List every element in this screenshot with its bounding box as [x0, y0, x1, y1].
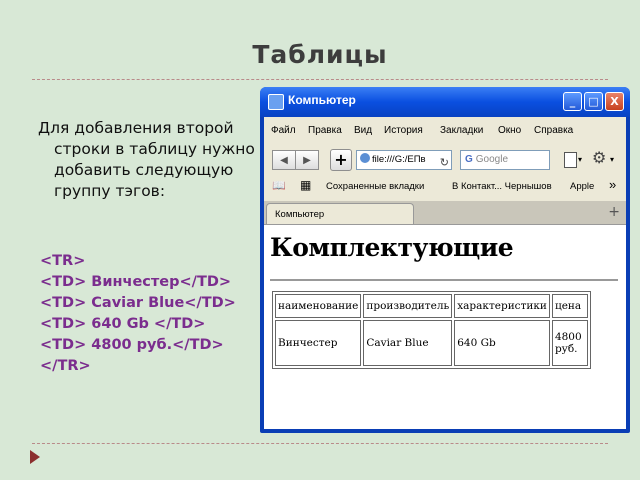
table-cell: 640 Gb	[454, 320, 550, 366]
book-icon[interactable]: 📖	[272, 179, 286, 192]
table-cell: 4800 руб.	[551, 320, 588, 366]
more-bookmarks-icon[interactable]: »	[609, 177, 616, 192]
browser-window: Компьютер _ □ X Файл Правка Вид История …	[260, 87, 630, 433]
search-input[interactable]: G Google	[460, 150, 550, 170]
menu-bar: Файл Правка Вид История Закладки Окно Сп…	[264, 117, 626, 143]
tab-computer[interactable]: Компьютер	[266, 203, 414, 224]
chevron-down-icon[interactable]: ▾	[578, 155, 582, 164]
menu-view[interactable]: Вид	[354, 125, 372, 136]
table-cell: Винчестер	[275, 320, 362, 366]
menu-window[interactable]: Окно	[498, 125, 521, 136]
slide-title: Таблицы	[252, 40, 388, 69]
horizontal-rule	[270, 279, 618, 281]
gear-icon[interactable]: ⚙	[592, 148, 606, 167]
components-table: наименование производитель характеристик…	[272, 291, 591, 369]
computer-icon	[268, 94, 284, 110]
navigation-toolbar: ◀ ▶ + file:///G:/ЕПв ↻ G Google ▾ ⚙ ▾	[264, 146, 626, 174]
chevron-down-icon[interactable]: ▾	[610, 155, 614, 164]
menu-bookmarks[interactable]: Закладки	[440, 125, 483, 136]
table-header-cell: цена	[551, 294, 588, 318]
add-bookmark-button[interactable]: +	[330, 149, 352, 171]
google-icon: G	[465, 154, 473, 165]
minimize-button[interactable]: _	[563, 92, 582, 111]
close-button[interactable]: X	[605, 92, 624, 111]
code-line: <TD> 640 Gb </TD>	[40, 316, 206, 332]
bookmark-saved-tabs[interactable]: Сохраненные вкладки	[326, 181, 424, 192]
forward-button[interactable]: ▶	[295, 150, 319, 170]
new-tab-icon[interactable]: +	[608, 204, 620, 220]
page-heading: Комплектующие	[270, 233, 514, 262]
url-input[interactable]: file:///G:/ЕПв ↻	[356, 150, 452, 170]
menu-file[interactable]: Файл	[271, 125, 296, 136]
bookmark-apple[interactable]: Apple	[570, 181, 594, 192]
code-line: <TD> Винчестер</TD>	[40, 274, 232, 290]
browser-body: Файл Правка Вид История Закладки Окно Сп…	[264, 117, 626, 429]
search-placeholder: Google	[475, 154, 509, 165]
table-header-cell: характеристики	[454, 294, 550, 318]
menu-history[interactable]: История	[384, 125, 423, 136]
reload-icon[interactable]: ↻	[440, 154, 449, 169]
code-line: <TD> 4800 руб.</TD>	[40, 337, 224, 353]
menu-edit[interactable]: Правка	[308, 125, 342, 136]
table-cell: Caviar Blue	[363, 320, 453, 366]
bottom-divider	[32, 443, 608, 444]
table-header-cell: наименование	[275, 294, 362, 318]
tab-strip: Компьютер +	[264, 201, 626, 224]
table-header-cell: производитель	[363, 294, 453, 318]
back-button[interactable]: ◀	[272, 150, 296, 170]
table-row: Винчестер Caviar Blue 640 Gb 4800 руб.	[275, 320, 588, 366]
top-divider	[32, 79, 608, 80]
intro-text: Для добавления второй строки в таблицу н…	[38, 119, 255, 200]
code-line: <TD> Caviar Blue</TD>	[40, 295, 236, 311]
code-block: <TR> <TD> Винчестер</TD> <TD> Caviar Blu…	[40, 251, 236, 377]
url-text: file:///G:/ЕПв	[372, 154, 426, 165]
code-line: </TR>	[40, 358, 91, 374]
bookmarks-toolbar: 📖 ▦ Сохраненные вкладки В Контакт... Чер…	[264, 176, 626, 196]
bookmark-vkontakte[interactable]: В Контакт... Чернышов	[452, 181, 552, 192]
menu-help[interactable]: Справка	[534, 125, 573, 136]
next-slide-arrow-icon[interactable]	[30, 450, 40, 464]
table-header-row: наименование производитель характеристик…	[275, 294, 588, 318]
page-menu-icon[interactable]	[564, 152, 577, 168]
globe-icon	[360, 153, 370, 163]
page-content: Комплектующие наименование производитель…	[264, 224, 626, 429]
code-line: <TR>	[40, 253, 86, 269]
maximize-button[interactable]: □	[584, 92, 603, 111]
grid-icon[interactable]: ▦	[300, 178, 311, 192]
window-title: Компьютер	[288, 93, 356, 107]
window-titlebar[interactable]: Компьютер _ □ X	[260, 87, 630, 117]
